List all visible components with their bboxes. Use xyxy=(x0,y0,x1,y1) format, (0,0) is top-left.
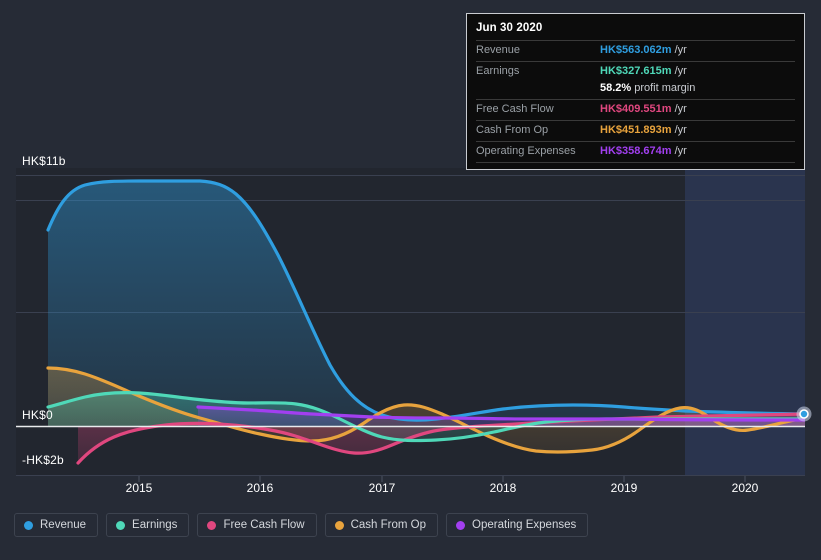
legend-dot-earnings-icon xyxy=(116,520,126,530)
legend-item-free-cash-flow[interactable]: Free Cash Flow xyxy=(197,513,317,537)
x-axis-label-2016: 2016 xyxy=(246,481,274,495)
tooltip-value-profit-margin: 58.2% xyxy=(600,82,632,94)
legend-label-free-cash-flow: Free Cash Flow xyxy=(223,519,305,531)
tooltip-value-free-cash-flow: HK$409.551m xyxy=(600,103,672,115)
tooltip-row-profit-margin: 58.2% profit margin xyxy=(476,82,795,99)
tooltip-label-revenue: Revenue xyxy=(476,44,521,56)
legend-label-earnings: Earnings xyxy=(132,519,178,531)
legend-item-earnings[interactable]: Earnings xyxy=(106,513,190,537)
y-axis-label-min: -HK$2b xyxy=(22,453,64,467)
tooltip-date: Jun 30 2020 xyxy=(476,22,543,34)
tooltip-row-revenue: Revenue HK$563.062m /yr xyxy=(476,40,795,61)
legend-dot-operating-expenses-icon xyxy=(456,520,466,530)
tooltip-value-revenue: HK$563.062m xyxy=(600,44,672,56)
tooltip-label-earnings: Earnings xyxy=(476,65,520,77)
x-axis-label-2020: 2020 xyxy=(731,481,759,495)
legend-label-revenue: Revenue xyxy=(40,519,87,531)
x-tick-marks xyxy=(138,476,746,482)
tooltip-value-cash-from-op: HK$451.893m xyxy=(600,124,672,136)
tooltip-unit-revenue: /yr xyxy=(674,44,687,56)
legend-label-cash-from-op: Cash From Op xyxy=(350,519,427,531)
tooltip-unit-operating-expenses: /yr xyxy=(674,145,687,157)
tooltip-unit-profit-margin: profit margin xyxy=(634,82,696,94)
legend-dot-revenue-icon xyxy=(24,520,33,530)
x-axis-label-2015: 2015 xyxy=(125,481,153,495)
tooltip-row-earnings: Earnings HK$327.615m /yr xyxy=(476,61,795,82)
x-axis-label-2018: 2018 xyxy=(489,481,517,495)
tooltip-row-operating-expenses: Operating Expenses HK$358.674m /yr xyxy=(476,141,795,162)
x-axis-label-2019: 2019 xyxy=(610,481,638,495)
tooltip-row-cash-from-op: Cash From Op HK$451.893m /yr xyxy=(476,120,795,141)
tooltip-value-earnings: HK$327.615m xyxy=(600,65,672,77)
y-axis-label-max: HK$11b xyxy=(22,154,66,168)
tooltip-unit-cash-from-op: /yr xyxy=(674,124,687,136)
tooltip-unit-free-cash-flow: /yr xyxy=(674,103,687,115)
y-axis-label-zero: HK$0 xyxy=(22,408,53,422)
highlight-point-revenue[interactable] xyxy=(799,409,809,419)
tooltip-label-operating-expenses: Operating Expenses xyxy=(476,145,576,157)
chart-tooltip: Jun 30 2020 Revenue HK$563.062m /yr Earn… xyxy=(466,13,805,170)
tooltip-label-cash-from-op: Cash From Op xyxy=(476,124,549,136)
tooltip-unit-earnings: /yr xyxy=(674,65,687,77)
tooltip-row-free-cash-flow: Free Cash Flow HK$409.551m /yr xyxy=(476,99,795,120)
legend-dot-cash-from-op-icon xyxy=(334,520,344,530)
tooltip-label-free-cash-flow: Free Cash Flow xyxy=(476,103,554,115)
legend-dot-free-cash-flow-icon xyxy=(207,520,217,530)
chart-legend: Revenue Earnings Free Cash Flow Cash Fro… xyxy=(14,513,589,537)
legend-item-cash-from-op[interactable]: Cash From Op xyxy=(324,513,439,537)
legend-item-operating-expenses[interactable]: Operating Expenses xyxy=(446,513,589,537)
tooltip-value-operating-expenses: HK$358.674m xyxy=(600,145,672,157)
tooltip-footer-divider xyxy=(476,162,795,163)
legend-label-operating-expenses: Operating Expenses xyxy=(472,519,577,531)
legend-item-revenue[interactable]: Revenue xyxy=(14,513,99,537)
x-axis-label-2017: 2017 xyxy=(368,481,396,495)
chart-page: HK$11b HK$0 -HK$2b 2015 2016 2017 2018 2… xyxy=(0,0,821,560)
